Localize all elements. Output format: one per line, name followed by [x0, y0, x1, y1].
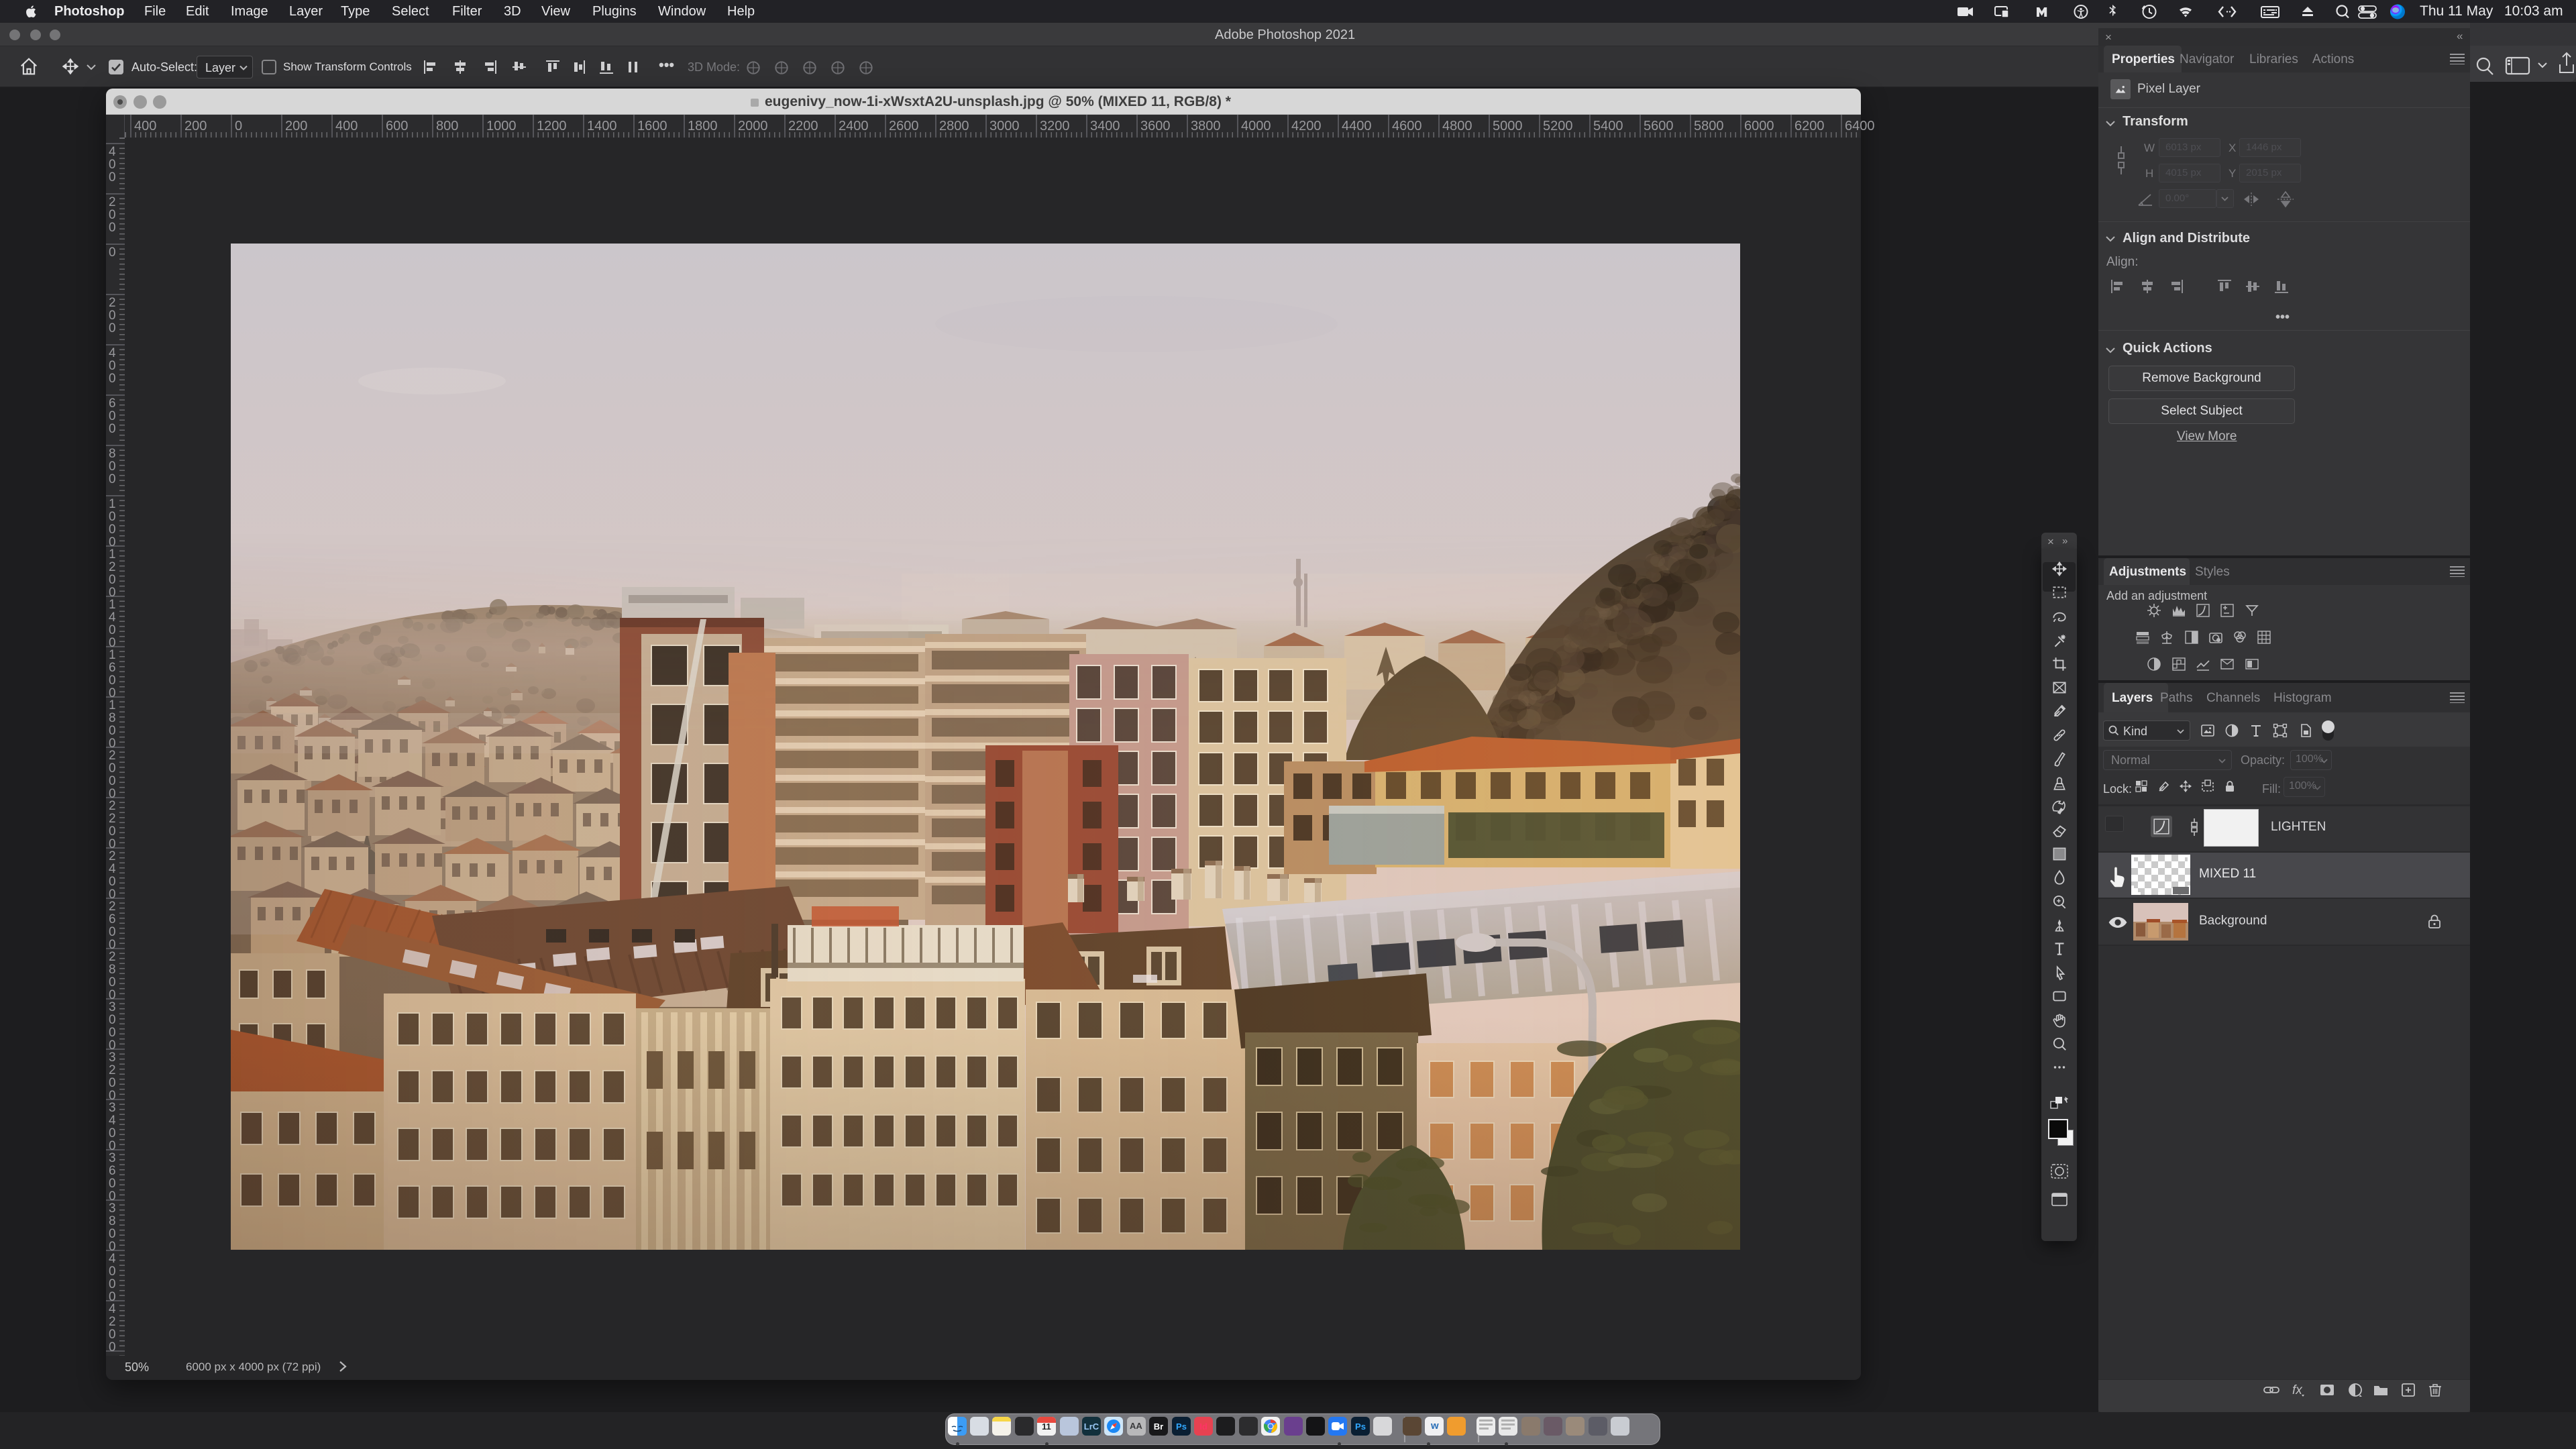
svg-text:fx: fx: [2292, 1383, 2303, 1397]
